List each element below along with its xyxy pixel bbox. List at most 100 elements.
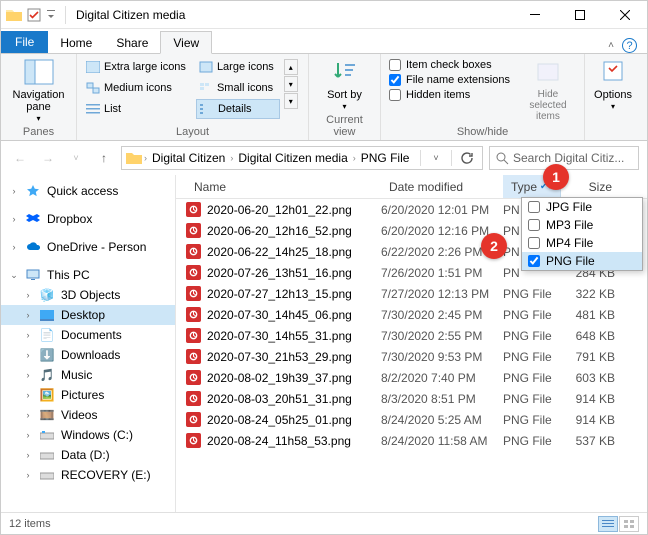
col-date[interactable]: Date modified: [381, 175, 503, 198]
column-headers: Name Date modified Type✔▾ Size: [176, 175, 647, 199]
navigation-pane-button[interactable]: Navigation pane ▾: [9, 57, 69, 124]
file-row[interactable]: 2020-08-03_20h51_31.png8/3/2020 8:51 PMP…: [176, 388, 647, 409]
col-name[interactable]: Name: [176, 175, 381, 198]
nav-recovery-e[interactable]: ›RECOVERY (E:): [1, 465, 175, 485]
navigation-pane-icon: [24, 57, 54, 87]
layout-large[interactable]: Large icons: [196, 57, 280, 77]
tab-file[interactable]: File: [1, 31, 48, 53]
view-thumbnails-toggle[interactable]: [619, 516, 639, 532]
crumb-1[interactable]: Digital Citizen media: [235, 151, 350, 165]
view-details-toggle[interactable]: [598, 516, 618, 532]
png-file-icon: [186, 370, 201, 385]
nav-data-d[interactable]: ›Data (D:): [1, 445, 175, 465]
col-size[interactable]: Size: [561, 175, 621, 198]
type-filter-dropdown[interactable]: JPG FileMP3 FileMP4 FilePNG File: [521, 197, 643, 271]
png-file-icon: [186, 391, 201, 406]
nav-documents[interactable]: ›📄Documents: [1, 325, 175, 345]
nav-quick-access[interactable]: ›Quick access: [1, 181, 175, 201]
tab-view[interactable]: View: [160, 31, 212, 54]
crumb-2[interactable]: PNG File: [358, 151, 413, 165]
png-file-icon: [186, 412, 201, 427]
chk-hidden-items[interactable]: Hidden items: [389, 89, 510, 101]
type-filter-option[interactable]: MP4 File: [522, 234, 642, 252]
ribbon: Navigation pane ▾ Panes Extra large icon…: [1, 53, 647, 141]
ribbon-tabs: File Home Share View ˄ ?: [1, 29, 647, 53]
layout-details[interactable]: Details: [196, 99, 280, 119]
file-row[interactable]: 2020-07-30_14h45_06.png7/30/2020 2:45 PM…: [176, 304, 647, 325]
crumb-0[interactable]: Digital Citizen: [149, 151, 228, 165]
layout-medium[interactable]: Medium icons: [83, 78, 192, 98]
nav-pictures[interactable]: ›🖼️Pictures: [1, 385, 175, 405]
onedrive-icon: [25, 240, 41, 254]
file-row[interactable]: 2020-07-27_12h13_15.png7/27/2020 12:13 P…: [176, 283, 647, 304]
status-count: 12 items: [9, 518, 51, 530]
png-file-icon: [186, 202, 201, 217]
folder-icon: [126, 152, 142, 165]
nav-onedrive[interactable]: ›OneDrive - Person: [1, 237, 175, 257]
layout-gallery[interactable]: Extra large icons Large icons Medium ico…: [83, 57, 280, 119]
minimize-button[interactable]: [512, 1, 557, 29]
file-row[interactable]: 2020-08-24_11h58_53.png8/24/2020 11:58 A…: [176, 430, 647, 451]
file-row[interactable]: 2020-07-30_14h55_31.png7/30/2020 2:55 PM…: [176, 325, 647, 346]
desktop-icon: [39, 308, 55, 322]
nav-videos[interactable]: ›🎞️Videos: [1, 405, 175, 425]
refresh-button[interactable]: [456, 151, 478, 165]
sort-by-button[interactable]: Sort by ▾: [315, 57, 374, 112]
png-file-icon: [186, 286, 201, 301]
type-filter-option[interactable]: PNG File: [522, 252, 642, 270]
chk-item-checkboxes[interactable]: Item check boxes: [389, 59, 510, 71]
forward-button[interactable]: →: [37, 147, 59, 169]
options-icon: [598, 57, 628, 87]
file-row[interactable]: 2020-08-24_05h25_01.png8/24/2020 5:25 AM…: [176, 409, 647, 430]
layout-small[interactable]: Small icons: [196, 78, 280, 98]
star-icon: [25, 184, 41, 198]
png-file-icon: [186, 328, 201, 343]
chk-file-ext[interactable]: File name extensions: [389, 74, 510, 86]
up-button[interactable]: ↑: [93, 147, 115, 169]
png-file-icon: [186, 433, 201, 448]
file-row[interactable]: 2020-08-02_19h39_37.png8/2/2020 7:40 PMP…: [176, 367, 647, 388]
status-bar: 12 items: [1, 512, 647, 534]
gallery-down-icon[interactable]: ▾: [284, 76, 298, 92]
nav-this-pc[interactable]: ⌄This PC: [1, 265, 175, 285]
png-file-icon: [186, 307, 201, 322]
address-dropdown-icon[interactable]: ˅: [425, 147, 447, 169]
nav-music[interactable]: ›🎵Music: [1, 365, 175, 385]
sort-icon: [330, 57, 360, 87]
pictures-icon: 🖼️: [39, 388, 55, 402]
address-bar[interactable]: › Digital Citizen › Digital Citizen medi…: [121, 146, 483, 170]
png-file-icon: [186, 244, 201, 259]
type-filter-option[interactable]: JPG File: [522, 198, 642, 216]
nav-3d-objects[interactable]: ›🧊3D Objects: [1, 285, 175, 305]
file-list: Name Date modified Type✔▾ Size 2020-06-2…: [176, 175, 647, 512]
recent-dropdown[interactable]: ˅: [65, 147, 87, 169]
png-file-icon: [186, 223, 201, 238]
nav-dropbox[interactable]: ›Dropbox: [1, 209, 175, 229]
hide-selected-button: Hide selected items: [520, 57, 576, 122]
nav-windows-c[interactable]: ›Windows (C:): [1, 425, 175, 445]
close-button[interactable]: [602, 1, 647, 29]
tab-home[interactable]: Home: [48, 32, 104, 53]
layout-extra-large[interactable]: Extra large icons: [83, 57, 192, 77]
png-file-icon: [186, 265, 201, 280]
back-button[interactable]: ←: [9, 147, 31, 169]
nav-downloads[interactable]: ›⬇️Downloads: [1, 345, 175, 365]
qat-checkbox-icon[interactable]: [25, 6, 43, 24]
search-icon: [496, 152, 509, 165]
nav-desktop[interactable]: ›Desktop: [1, 305, 175, 325]
gallery-up-icon[interactable]: ▴: [284, 59, 298, 75]
qat-dropdown-icon[interactable]: [45, 6, 57, 24]
layout-list[interactable]: List: [83, 99, 192, 119]
maximize-button[interactable]: [557, 1, 602, 29]
help-icon[interactable]: ?: [622, 38, 637, 53]
group-panes-label: Panes: [7, 124, 70, 138]
tab-share[interactable]: Share: [104, 32, 160, 53]
downloads-icon: ⬇️: [39, 348, 55, 362]
type-filter-option[interactable]: MP3 File: [522, 216, 642, 234]
gallery-more-icon[interactable]: ▾: [284, 93, 298, 109]
options-button[interactable]: Options ▾: [591, 57, 635, 112]
collapse-ribbon-icon[interactable]: ˄: [608, 40, 614, 51]
navigation-pane[interactable]: ›Quick access ›Dropbox ›OneDrive - Perso…: [1, 175, 176, 512]
file-row[interactable]: 2020-07-30_21h53_29.png7/30/2020 9:53 PM…: [176, 346, 647, 367]
drive-icon: [39, 448, 55, 462]
